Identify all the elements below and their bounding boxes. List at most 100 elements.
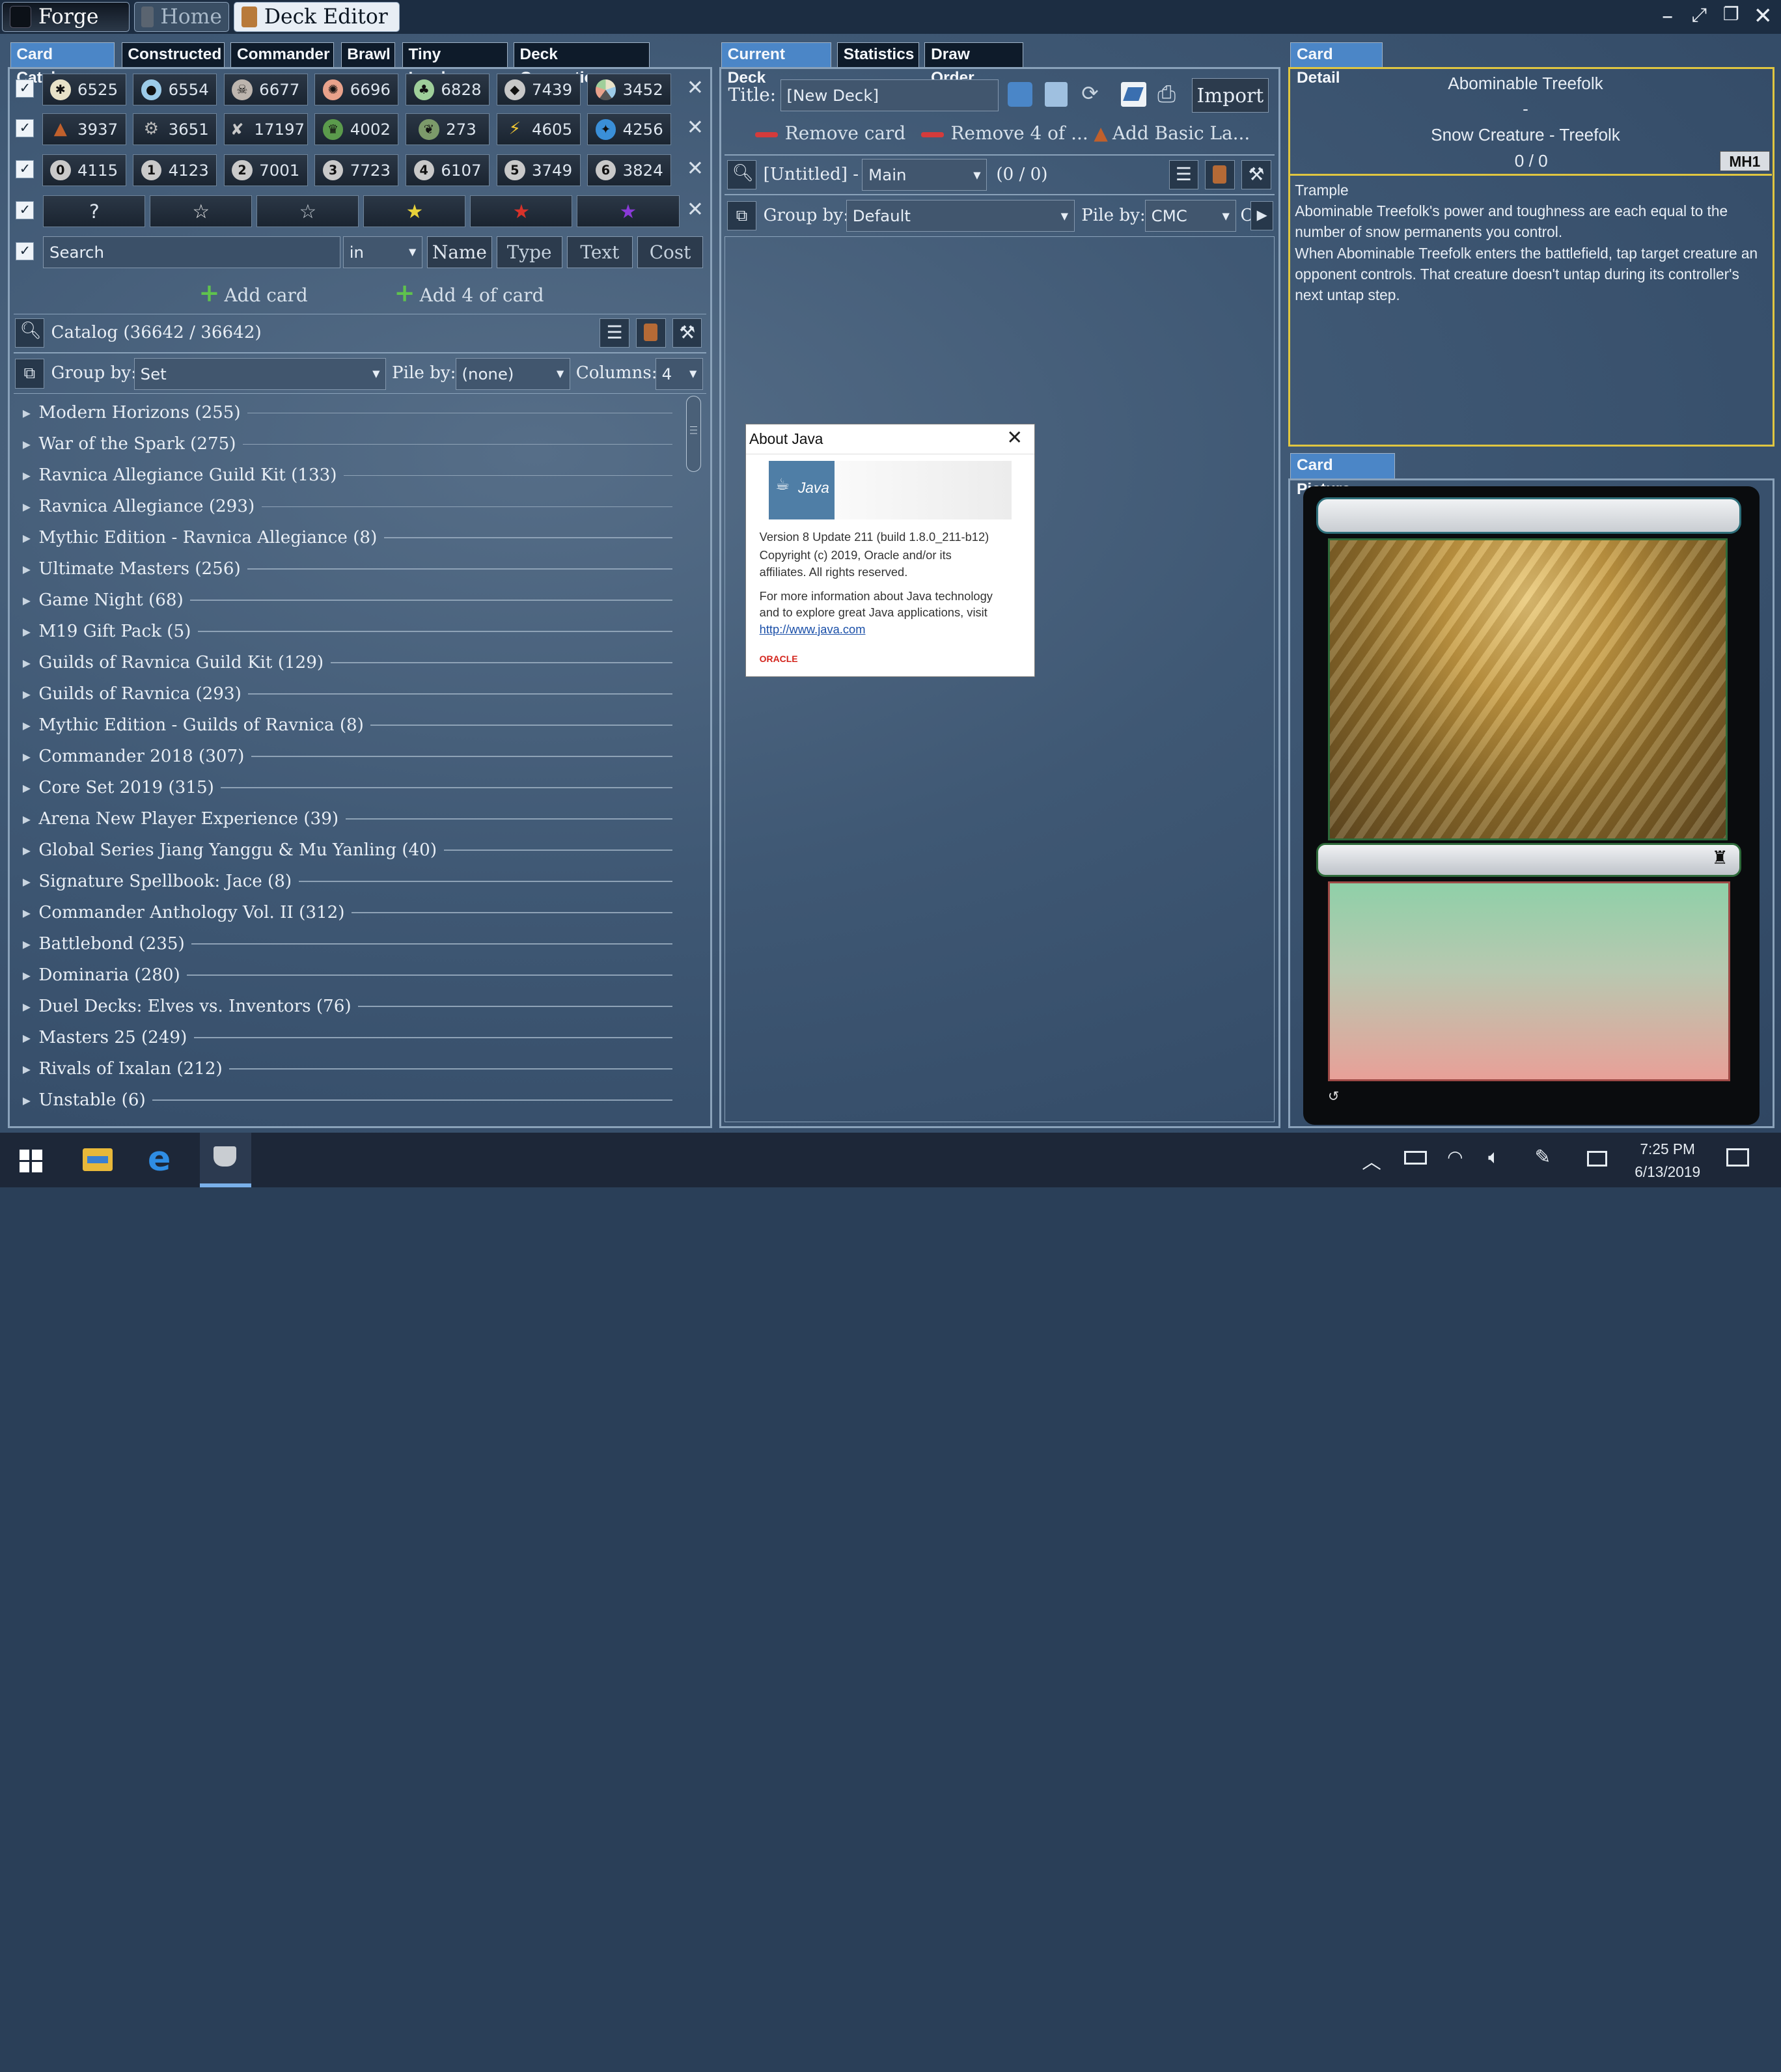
touch-keyboard-icon[interactable] — [1586, 1150, 1608, 1167]
pile-by-select[interactable]: (none) — [455, 357, 570, 390]
filter-uncommon-star-icon[interactable]: ☆ — [256, 195, 359, 227]
start-windows-icon[interactable] — [19, 1149, 42, 1172]
expand-arrow-icon[interactable]: ▶ — [23, 438, 38, 450]
filter-common-star-icon[interactable]: ☆ — [150, 195, 253, 227]
clear-rarity-filter-icon[interactable]: ✕ — [683, 198, 706, 221]
filter-sorcery[interactable]: ✦ 4256 — [587, 113, 672, 146]
tab-commander[interactable]: Commander — [230, 42, 335, 67]
filter-planeswalker[interactable]: ❦ 273 — [405, 113, 490, 146]
filter-cmc-1[interactable]: 1 4123 — [133, 154, 217, 187]
clock-date[interactable]: 6/13/2019 — [1628, 1163, 1707, 1181]
java-link[interactable]: http://www.java.com — [760, 622, 866, 636]
tab-brawl[interactable]: Brawl — [340, 42, 396, 67]
set-group-row[interactable]: ▶ Global Series Jiang Yanggu & Mu Yanling… — [23, 838, 680, 863]
restore-icon[interactable]: ❐ — [1717, 3, 1746, 25]
search-input[interactable]: Search — [43, 236, 341, 268]
group-expand-icon[interactable]: ⧉ — [14, 359, 45, 389]
wrench-icon[interactable]: ⚒ — [672, 318, 702, 348]
tab-card-picture[interactable]: Card Picture — [1290, 453, 1395, 498]
filter-artifact[interactable]: ⚙ 3651 — [133, 113, 217, 146]
network-icon[interactable]: ◠ — [1447, 1146, 1463, 1168]
list-view-icon[interactable]: ☰ — [600, 318, 629, 348]
expand-arrow-icon[interactable]: ▶ — [23, 969, 38, 982]
volume-icon[interactable]: 🔈︎ — [1488, 1145, 1500, 1168]
filter-enchantment[interactable]: ♛ 4002 — [314, 113, 399, 146]
expand-arrow-icon[interactable]: ▶ — [23, 626, 38, 638]
expand-arrow-icon[interactable]: ▶ — [23, 532, 38, 544]
set-group-row[interactable]: ▶ Commander 2018 (307) — [23, 744, 680, 769]
filter-cmc-2[interactable]: 2 7001 — [223, 154, 308, 187]
edge-browser-icon[interactable]: e — [148, 1139, 171, 1179]
set-group-row[interactable]: ▶ Ravnica Allegiance Guild Kit (133) — [23, 463, 680, 488]
close-window-icon[interactable]: ✕ — [1748, 3, 1778, 29]
expand-arrow-icon[interactable]: ▶ — [23, 719, 38, 732]
expand-arrow-icon[interactable]: ▶ — [23, 469, 38, 482]
home-tab[interactable]: Home — [133, 2, 230, 32]
battery-icon[interactable] — [1403, 1150, 1427, 1165]
filter-creature[interactable]: ✘ 17197 — [223, 113, 308, 146]
expand-arrow-icon[interactable]: ▶ — [23, 1032, 38, 1044]
columns-select[interactable]: 4 — [655, 357, 704, 390]
filter-cmc-6[interactable]: 6 3824 — [587, 154, 672, 187]
expand-arrow-icon[interactable]: ▶ — [23, 1094, 38, 1107]
search-mode-select[interactable]: in — [342, 236, 423, 268]
group-by-select[interactable]: Set — [133, 357, 387, 390]
set-group-row[interactable]: ▶ Modern Horizons (255) — [23, 400, 680, 425]
filter-black[interactable]: ☠ 6677 — [223, 74, 308, 106]
search-text-toggle[interactable]: Text — [566, 236, 633, 268]
tab-draw-order[interactable]: Draw Order — [924, 42, 1024, 87]
clear-color-filter-icon[interactable]: ✕ — [683, 76, 706, 100]
clear-cmc-filter-icon[interactable]: ✕ — [683, 157, 706, 180]
set-group-row[interactable]: ▶ Game Night (68) — [23, 588, 680, 613]
forge-menu-tab[interactable]: Forge — [2, 2, 130, 32]
minimize-icon[interactable]: – — [1653, 3, 1682, 29]
add-basic-lands-button[interactable]: ▲ Add Basic La... — [1094, 122, 1250, 144]
search-name-toggle[interactable]: Name — [427, 236, 492, 268]
tab-current-deck[interactable]: Current Deck — [721, 42, 832, 87]
deck-editor-tab[interactable]: Deck Editor — [234, 2, 400, 32]
filter-special-star-icon[interactable]: ★ — [577, 195, 680, 227]
clock-time[interactable]: 7:25 PM — [1628, 1140, 1707, 1158]
filter-land[interactable]: ▲ 3937 — [42, 113, 126, 146]
filter-rare-star-icon[interactable]: ★ — [363, 195, 466, 227]
set-group-row[interactable]: ▶ Signature Spellbook: Jace (8) — [23, 869, 680, 894]
forge-taskbar-item[interactable] — [200, 1132, 251, 1187]
set-group-row[interactable]: ▶ Masters 25 (249) — [23, 1025, 680, 1050]
tab-tiny-leaders[interactable]: Tiny Leaders — [402, 42, 508, 87]
save-as-icon[interactable] — [1045, 81, 1068, 107]
expand-arrow-icon[interactable]: ▶ — [23, 563, 38, 575]
set-group-row[interactable]: ▶ Mythic Edition - Guilds of Ravnica (8) — [23, 713, 680, 738]
dialog-close-icon[interactable]: ✕ — [1006, 426, 1023, 449]
save-icon[interactable] — [1007, 81, 1033, 107]
expand-arrow-icon[interactable]: ▶ — [23, 1001, 38, 1013]
set-group-row[interactable]: ▶ Guilds of Ravnica (293) — [23, 682, 680, 706]
catalog-search-icon[interactable]: 🔍︎ — [14, 318, 45, 348]
fullscreen-icon[interactable]: ⤢ — [1685, 3, 1714, 27]
set-group-row[interactable]: ▶ Guilds of Ravnica Guild Kit (129) — [23, 650, 680, 675]
notifications-icon[interactable] — [1726, 1148, 1750, 1167]
set-group-row[interactable]: ▶ Duel Decks: Elves vs. Inventors (76) — [23, 994, 680, 1019]
import-button[interactable]: Import — [1191, 78, 1269, 113]
search-filter-checkbox[interactable]: ✓ — [16, 242, 35, 260]
search-cost-toggle[interactable]: Cost — [637, 236, 704, 268]
filter-green[interactable]: ♣ 6828 — [405, 74, 490, 106]
set-group-row[interactable]: ▶ M19 Gift Pack (5) — [23, 619, 680, 644]
filter-red[interactable]: ✺ 6696 — [314, 74, 399, 106]
set-group-row[interactable]: ▶ Battlebond (235) — [23, 932, 680, 956]
deck-list-view-icon[interactable]: ☰ — [1168, 160, 1198, 190]
filter-cmc-4[interactable]: 4 6107 — [405, 154, 490, 187]
expand-arrow-icon[interactable]: ▶ — [23, 1063, 38, 1075]
expand-arrow-icon[interactable]: ▶ — [23, 407, 38, 419]
file-explorer-icon[interactable] — [83, 1148, 113, 1172]
expand-arrow-icon[interactable]: ▶ — [23, 657, 38, 669]
filter-blue[interactable]: ● 6554 — [133, 74, 217, 106]
filter-cmc-3[interactable]: 3 7723 — [314, 154, 399, 187]
color-filter-checkbox[interactable]: ✓ — [16, 79, 35, 98]
deck-pile-by-select[interactable]: CMC — [1144, 200, 1236, 232]
filter-multicolor[interactable]: 3452 — [587, 74, 672, 106]
deck-search-icon[interactable]: 🔍︎ — [726, 160, 757, 190]
expand-arrow-icon[interactable]: ▶ — [23, 782, 38, 794]
tab-statistics[interactable]: Statistics — [837, 42, 919, 67]
expand-arrow-icon[interactable]: ▶ — [23, 751, 38, 763]
rarity-filter-checkbox[interactable]: ✓ — [16, 200, 35, 219]
